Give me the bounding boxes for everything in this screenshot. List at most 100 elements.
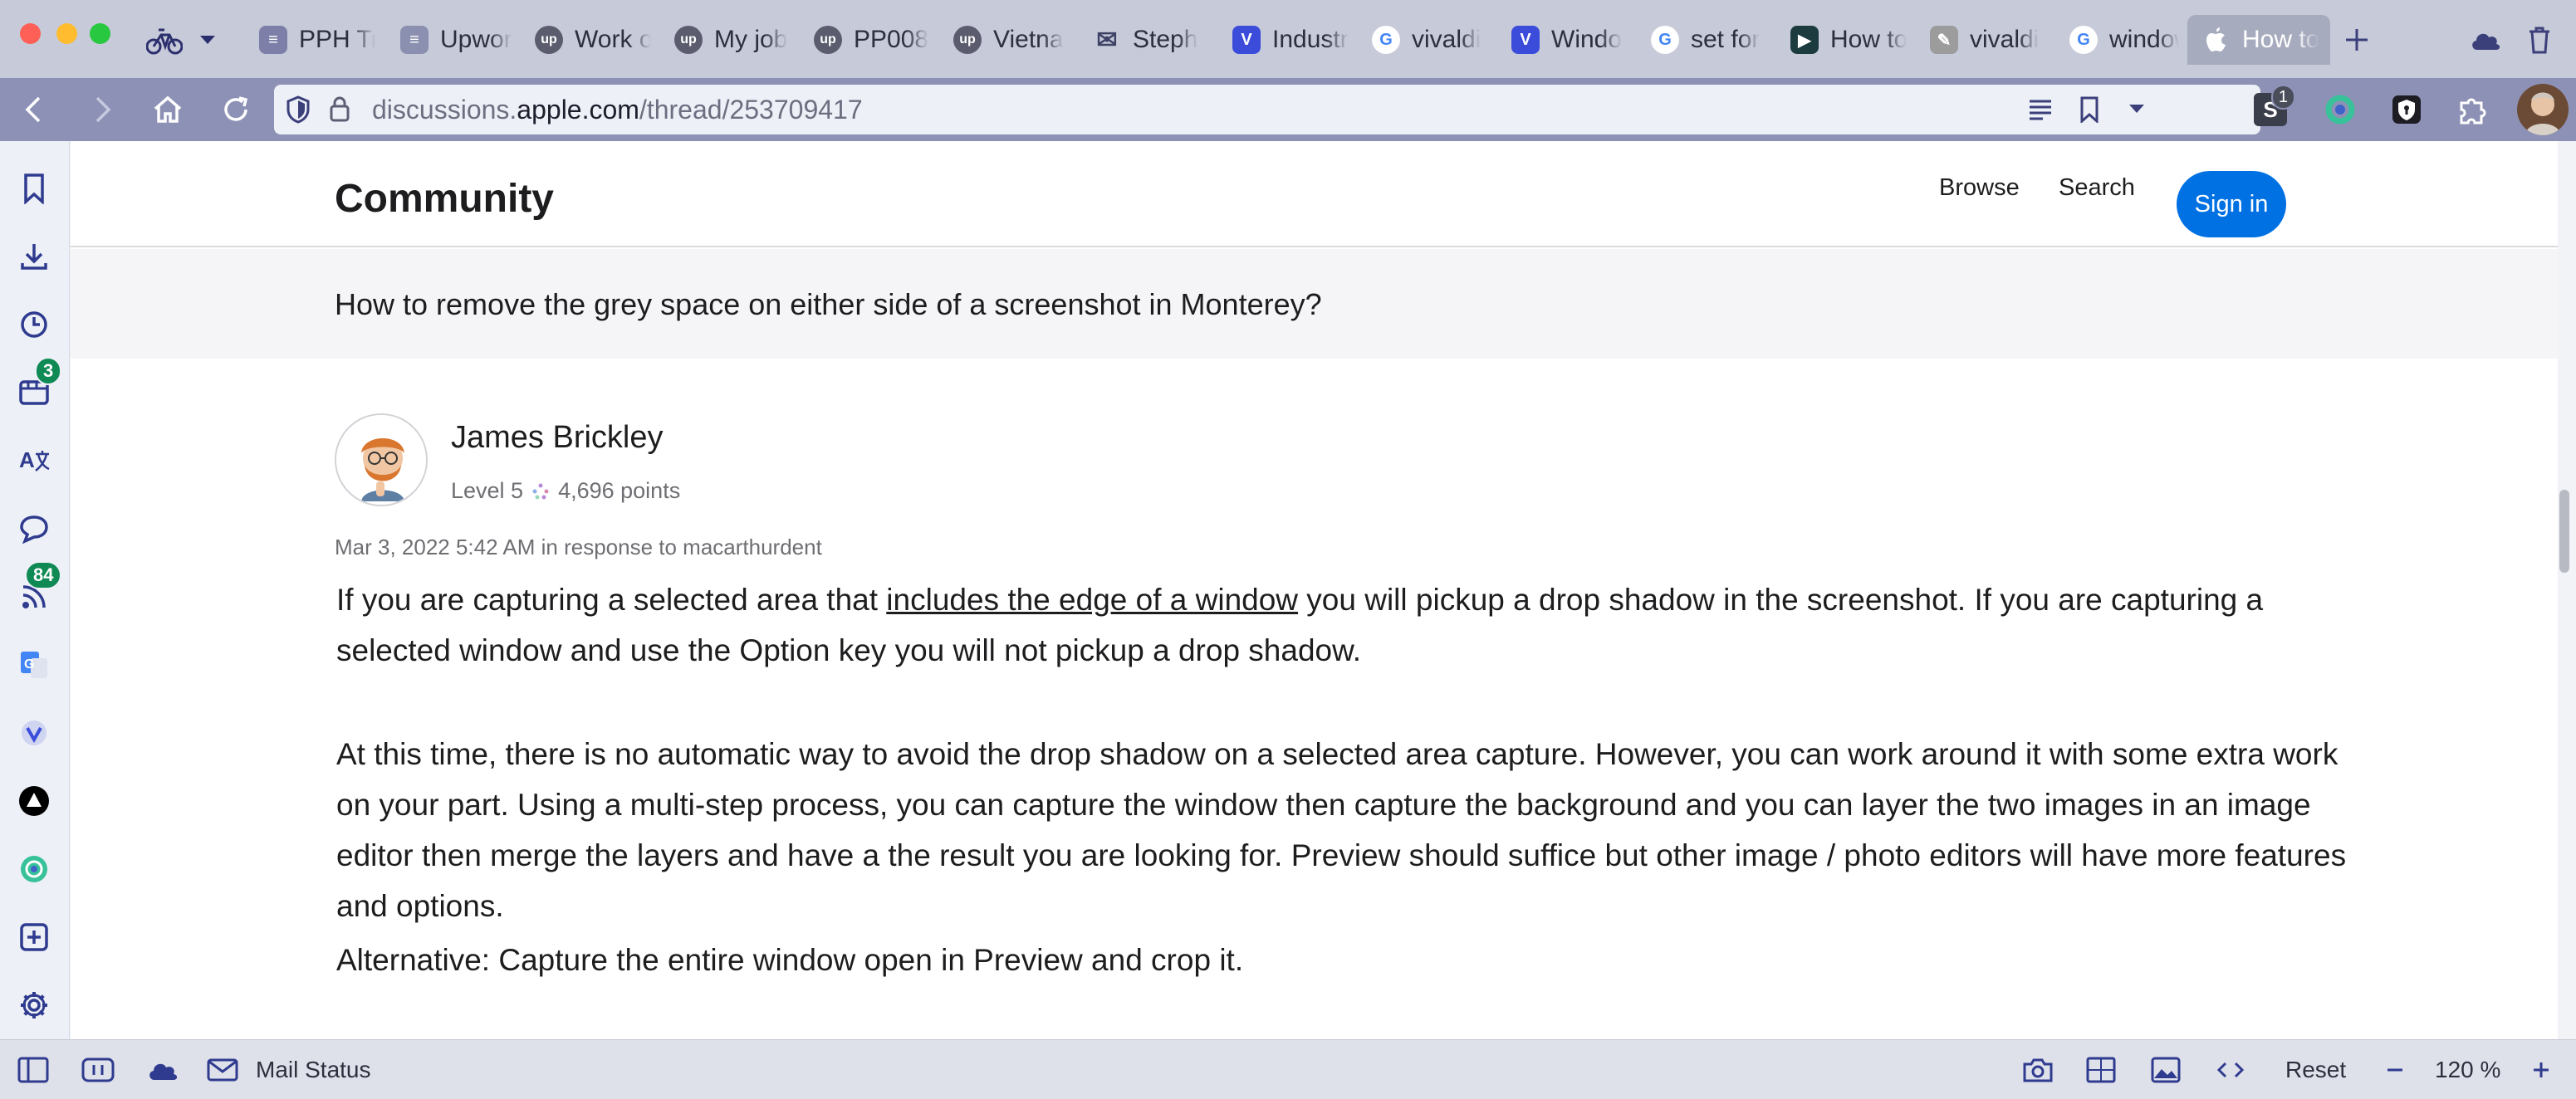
downloads-panel-icon[interactable] [15, 237, 53, 276]
browser-tab[interactable]: up My job [659, 15, 791, 65]
extensions-puzzle-icon[interactable] [2451, 88, 2495, 131]
extension-s-icon[interactable]: S 1 [2249, 85, 2295, 131]
tab-tiling-icon[interactable] [78, 1050, 118, 1090]
vivaldi-panel-icon[interactable] [15, 714, 53, 752]
search-link[interactable]: Search [2059, 174, 2135, 202]
apple-icon [2202, 26, 2231, 54]
browser-tab[interactable]: V Industr [1217, 15, 1349, 65]
browser-tab[interactable]: ✎ vivaldi [1915, 15, 2046, 65]
google-translate-panel-icon[interactable]: G [15, 646, 53, 684]
browser-tab[interactable]: Gvivaldi [1357, 15, 1488, 65]
address-dropdown-chevron-icon[interactable] [2128, 103, 2146, 119]
zoom-out-button[interactable] [2375, 1050, 2415, 1090]
translate-panel-icon[interactable]: A [15, 442, 53, 480]
browser-tab[interactable]: Gset for [1636, 15, 1767, 65]
tab-label: Vietna [993, 26, 1064, 53]
green-app-panel-icon[interactable] [15, 850, 53, 888]
author-name[interactable]: James Brickley [451, 420, 664, 456]
vivaldi-icon: V [1511, 26, 1540, 54]
tab-menu-chevron-icon[interactable] [194, 25, 221, 55]
notes-panel-icon[interactable] [15, 510, 53, 548]
settings-gear-icon[interactable] [15, 986, 53, 1024]
browser-tab[interactable]: up Vietna [938, 15, 1070, 65]
google-icon: G [2069, 26, 2098, 54]
window-panel-badge: 3 [35, 357, 62, 385]
tab-label: How to [1830, 26, 1907, 53]
page-scrollbar[interactable] [2559, 490, 2569, 573]
images-toggle-icon[interactable] [2146, 1050, 2186, 1090]
answer-paragraph-3: Alternative: Capture the entire window o… [336, 943, 1244, 977]
upwork-icon: up [674, 26, 703, 54]
profile-avatar[interactable] [2516, 83, 2569, 136]
triangle-app-panel-icon[interactable] [15, 782, 53, 820]
sign-in-button[interactable]: Sign in [2177, 171, 2286, 237]
author-points: 4,696 points [558, 478, 681, 503]
back-button[interactable] [13, 90, 53, 129]
history-panel-icon[interactable] [15, 305, 53, 344]
drawing-icon: ✎ [1930, 26, 1958, 54]
tab-label: PP008 [854, 26, 929, 53]
browser-tab[interactable]: Gwindow [2054, 15, 2179, 65]
reader-view-icon[interactable] [2028, 98, 2053, 125]
zoom-in-button[interactable] [2521, 1050, 2561, 1090]
post-date: Mar 3, 2022 5:42 AM in response to macar… [335, 535, 822, 560]
bicycle-icon[interactable] [143, 20, 186, 60]
browser-tab[interactable]: ▶ How to [1775, 15, 1907, 65]
maximize-window-button[interactable] [90, 23, 110, 44]
bookmark-page-icon[interactable] [2079, 96, 2099, 127]
bookmarks-panel-icon[interactable] [15, 169, 53, 208]
browser-tab[interactable]: up Work o [520, 15, 651, 65]
url-text[interactable]: discussions.apple.com/thread/253709417 [372, 95, 863, 125]
answer-paragraph-2: At this time, there is no automatic way … [336, 737, 2347, 923]
extension-green-ring-icon[interactable] [2319, 88, 2362, 131]
vivaldi-icon: V [1232, 26, 1261, 54]
browser-tab[interactable]: V Windo [1496, 15, 1628, 65]
window-panel-icon[interactable]: 3 [15, 357, 62, 412]
sync-cloud-icon[interactable] [143, 1050, 183, 1090]
zoom-reset-button[interactable]: Reset [2285, 1057, 2346, 1083]
forward-button[interactable] [83, 90, 123, 129]
add-web-panel-icon[interactable] [15, 918, 53, 956]
url-field[interactable]: discussions.apple.com/thread/253709417 [274, 85, 2260, 134]
tab-label: window [2109, 26, 2179, 53]
tab-label: PPH Tr [299, 26, 375, 53]
page-actions-code-icon[interactable] [2211, 1050, 2250, 1090]
extension-s-badge: 1 [2270, 85, 2295, 110]
in-response-to[interactable]: in response to macarthurdent [541, 535, 822, 559]
mail-status-label[interactable]: Mail Status [256, 1057, 371, 1083]
browser-tab[interactable]: ≡ PPH Tr [244, 15, 375, 65]
mail-icon[interactable] [203, 1050, 242, 1090]
new-tab-button[interactable] [2338, 22, 2375, 58]
question-title[interactable]: How to remove the grey space on either s… [335, 287, 1322, 322]
drop-shadow-link[interactable]: includes the edge of a window [886, 583, 1298, 617]
community-title[interactable]: Community [335, 176, 554, 222]
lock-icon [329, 95, 350, 126]
svg-text:G: G [24, 657, 34, 672]
address-bar: discussions.apple.com/thread/253709417 S… [0, 78, 2576, 141]
author-avatar[interactable] [335, 413, 428, 506]
feeds-panel-badge: 84 [25, 561, 62, 589]
tab-label: Upwor [440, 26, 512, 53]
browser-tab[interactable]: ≡ Upwor [385, 15, 512, 65]
cloud-sync-icon[interactable] [2465, 22, 2506, 58]
google-icon: G [1651, 26, 1679, 54]
browser-tab[interactable]: ✉ Steph [1078, 15, 1209, 65]
tab-bar: ≡ PPH Tr ≡ Upwor up Work o up My job up PP008 up Vi… [0, 0, 2576, 78]
author-meta: Level 5 4,696 points [451, 478, 680, 504]
home-button[interactable] [148, 90, 188, 129]
capture-camera-icon[interactable] [2018, 1050, 2058, 1090]
browser-tab[interactable]: How to [2187, 15, 2330, 65]
extension-shield-keyhole-icon[interactable] [2385, 88, 2428, 131]
browse-link[interactable]: Browse [1939, 174, 2020, 202]
close-window-button[interactable] [20, 23, 41, 44]
tab-label: set for [1691, 26, 1761, 53]
svg-text:A: A [19, 447, 35, 472]
feeds-panel-icon[interactable]: 84 [15, 561, 62, 616]
minimize-window-button[interactable] [56, 23, 77, 44]
page-tiling-icon[interactable] [2081, 1050, 2121, 1090]
panel-toggle-icon[interactable] [13, 1050, 53, 1090]
trash-icon[interactable] [2521, 20, 2558, 60]
shield-icon[interactable] [286, 95, 311, 128]
reload-button[interactable] [216, 90, 256, 129]
browser-tab[interactable]: up PP008 [799, 15, 930, 65]
